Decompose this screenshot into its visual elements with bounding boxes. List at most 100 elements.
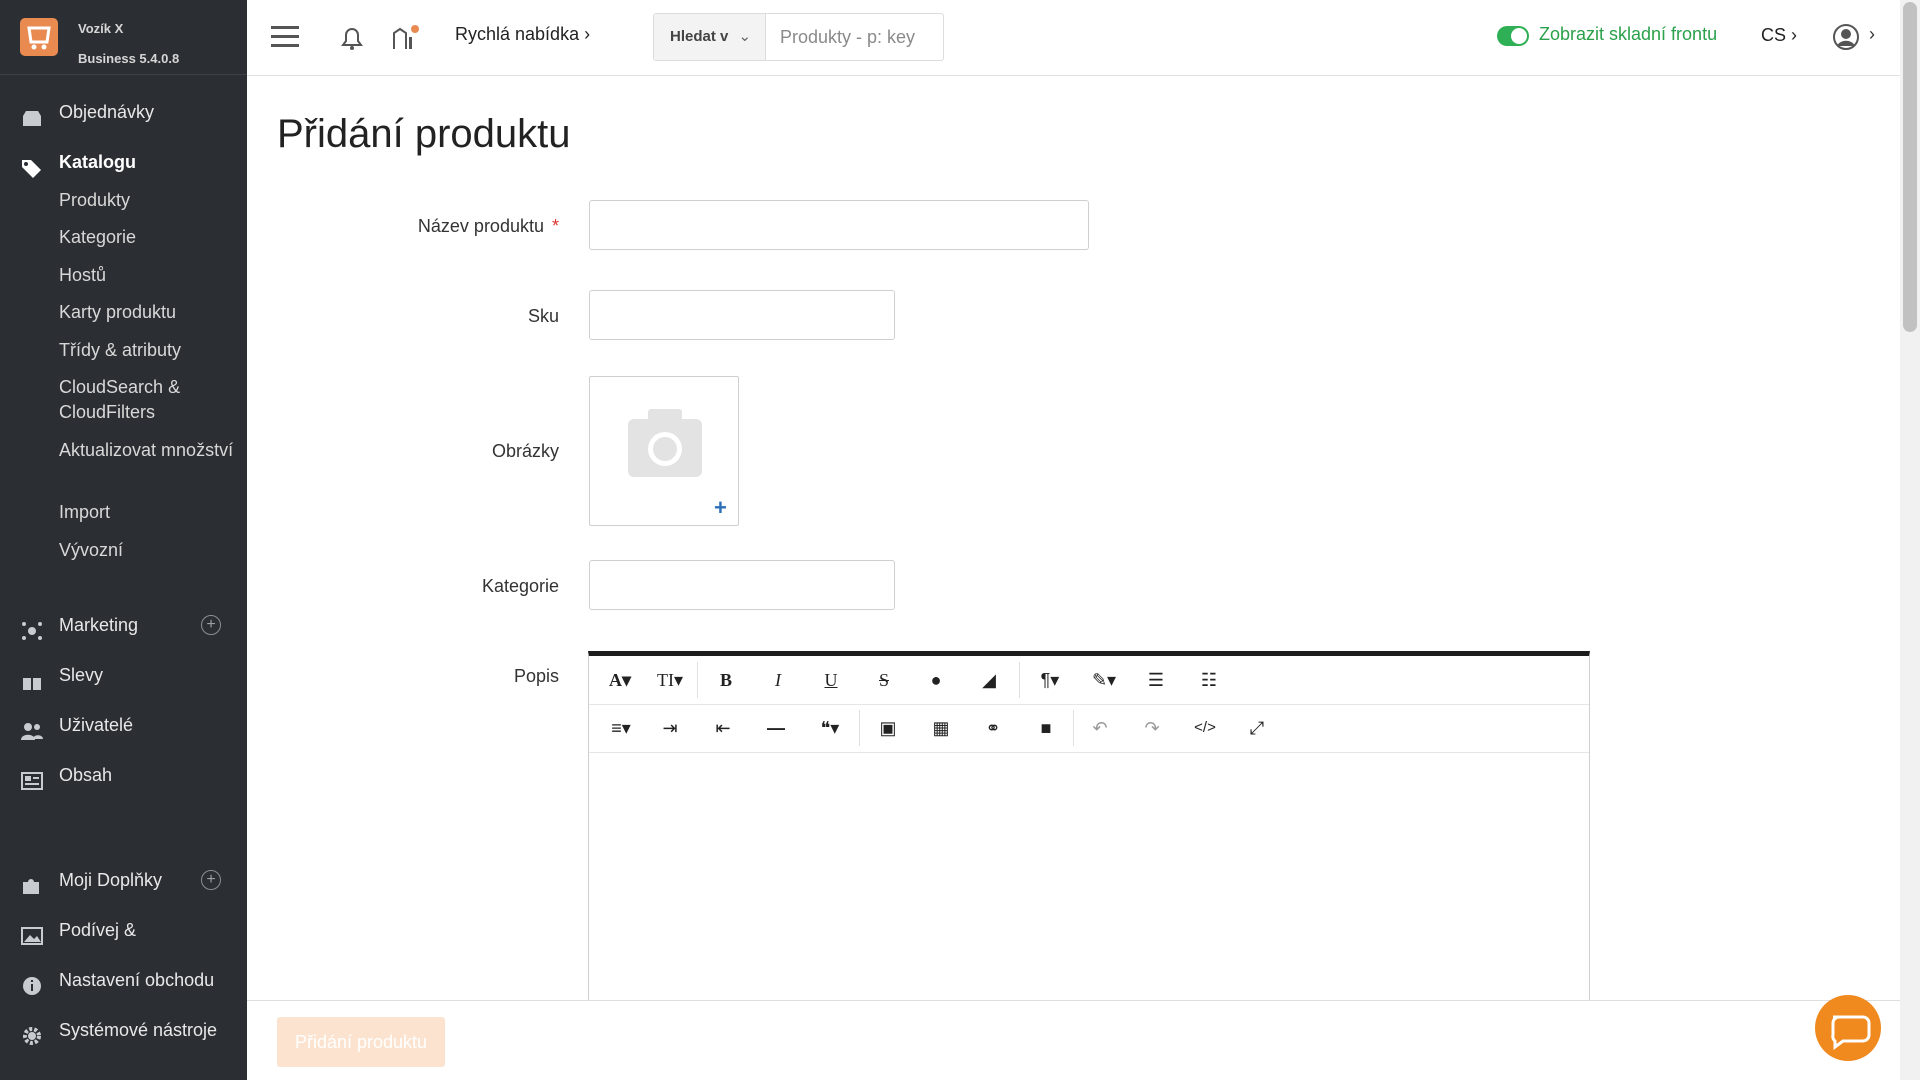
sidebar-subitem-export[interactable]: Vývozní [59, 538, 239, 563]
magic-style-icon[interactable]: ✎▾ [1085, 668, 1123, 692]
sidebar: Vozík X Business 5.4.0.8 Objednávky Kata… [0, 0, 247, 1080]
outdent-icon[interactable]: ⇤ [706, 716, 740, 740]
sidebar-subitem-import[interactable]: Import [59, 500, 239, 525]
sidebar-item-store-settings[interactable]: Nastavení obchodu [0, 960, 247, 1000]
images-label: Obrázky [491, 441, 559, 461]
sidebar-item-label: Systémové nástroje [59, 1020, 218, 1040]
storefront-toggle[interactable]: Zobrazit skladní frontu [1497, 24, 1718, 46]
chat-widget-button[interactable] [1815, 995, 1881, 1061]
add-product-button[interactable]: Přidání produktu [277, 1017, 445, 1067]
image-icon [20, 920, 44, 945]
add-marketing-icon[interactable]: + [201, 615, 221, 635]
editor-toolbar-row-2: ≡▾ ⇥ ⇤ — ❝▾ ▣ ▦ ⚭ ■ ↶ ↷ </> ⤢ [589, 704, 1589, 753]
language-selector[interactable]: CS › [1761, 25, 1797, 46]
product-name-input[interactable] [589, 200, 1089, 250]
indent-icon[interactable]: ⇥ [653, 716, 687, 740]
font-icon[interactable]: A▾ [603, 668, 637, 692]
sidebar-subitem-update-quantity[interactable]: Aktualizovat množství [59, 438, 239, 463]
bell-icon[interactable] [339, 24, 365, 57]
category-input[interactable] [589, 560, 895, 610]
sidebar-subitem-classes-attributes[interactable]: Třídy & atributy [59, 338, 239, 363]
sidebar-item-discounts[interactable]: Slevy [0, 655, 247, 695]
tag-icon [20, 152, 44, 178]
underline-icon[interactable]: U [814, 668, 848, 692]
image-insert-icon[interactable]: ▣ [871, 716, 905, 740]
sidebar-item-orders[interactable]: Objednávky [0, 92, 247, 132]
paragraph-icon[interactable]: ¶▾ [1031, 668, 1069, 692]
table-icon[interactable]: ▦ [924, 716, 958, 740]
redo-icon[interactable]: ↷ [1135, 716, 1169, 740]
sidebar-item-label: Katalogu [59, 152, 137, 172]
product-name-label: Název produktu * [309, 216, 559, 237]
add-image-icon[interactable]: + [714, 495, 727, 521]
hamburger-menu-icon[interactable] [271, 24, 301, 55]
eraser-icon[interactable]: ◢ [972, 668, 1006, 692]
video-icon[interactable]: ■ [1029, 716, 1063, 740]
link-icon[interactable]: ⚭ [976, 716, 1010, 740]
code-view-icon[interactable]: </> [1188, 716, 1222, 740]
sku-input[interactable] [589, 290, 895, 340]
align-icon[interactable]: ≡▾ [603, 716, 639, 740]
horizontal-rule-icon[interactable]: — [759, 716, 793, 740]
sidebar-item-content[interactable]: Obsah [0, 755, 247, 795]
brand-version: Business 5.4.0.8 [78, 51, 180, 66]
rich-text-editor: A▾ TI▾ B I U S ● ◢ ¶▾ ✎▾ ☰ ☷ ≡▾ ⇥ ⇤ — ❝▾… [588, 651, 1590, 1001]
sidebar-item-marketing[interactable]: Marketing + [0, 605, 247, 645]
analytics-icon[interactable] [391, 24, 421, 57]
editor-toolbar-row-1: A▾ TI▾ B I U S ● ◢ ¶▾ ✎▾ ☰ ☷ [589, 656, 1589, 705]
product-name-label-text: Název produktu [417, 216, 544, 236]
undo-icon[interactable]: ↶ [1083, 716, 1117, 740]
form-footer: Přidání produktu [247, 1000, 1900, 1081]
brand-name: Vozík X Business 5.4.0.8 [78, 14, 179, 74]
ordered-list-icon[interactable]: ☰ [1139, 668, 1173, 692]
sidebar-subitem-categories[interactable]: Kategorie [59, 225, 239, 250]
fullscreen-icon[interactable]: ⤢ [1240, 716, 1274, 740]
unordered-list-icon[interactable]: ☷ [1192, 668, 1226, 692]
search-input[interactable] [766, 14, 942, 60]
search-bar: Hledat v ⌄ [653, 13, 944, 61]
sidebar-subitem-guests[interactable]: Hostů [59, 263, 239, 288]
page-title: Přidání produktu [277, 112, 571, 156]
sidebar-item-label: Marketing [59, 615, 139, 635]
puzzle-icon [20, 870, 44, 894]
storefront-label: Zobrazit skladní frontu [1539, 24, 1718, 44]
italic-icon[interactable]: I [761, 668, 795, 692]
main-content: Přidání produktu Název produktu * Sku Obr… [247, 76, 1900, 1001]
category-label: Kategorie [481, 576, 559, 596]
scrollbar-thumb[interactable] [1903, 2, 1917, 332]
sidebar-item-catalog[interactable]: Katalogu [0, 142, 247, 182]
editor-content-area[interactable] [589, 753, 1589, 1001]
image-upload-box[interactable]: + [589, 376, 739, 526]
chevron-right-icon: › [584, 24, 591, 44]
quick-menu-button[interactable]: Rychlá nabídka › [455, 24, 590, 45]
sidebar-item-my-addons[interactable]: Moji Doplňky + [0, 860, 247, 900]
toggle-switch-icon[interactable] [1497, 26, 1529, 46]
sidebar-subitem-cloudsearch[interactable]: CloudSearch & CloudFilters [59, 375, 239, 425]
sidebar-item-users[interactable]: Uživatelé [0, 705, 247, 745]
user-avatar-icon [1833, 24, 1859, 50]
bold-icon[interactable]: B [709, 668, 743, 692]
toolbar-divider [859, 710, 860, 746]
sidebar-item-system-tools[interactable]: Systémové nástroje [0, 1010, 247, 1050]
user-menu[interactable]: › [1833, 24, 1875, 59]
search-scope-select[interactable]: Hledat v ⌄ [654, 14, 766, 60]
required-mark: * [551, 216, 559, 236]
color-drop-icon[interactable]: ● [919, 668, 953, 692]
strikethrough-icon[interactable]: S [867, 668, 901, 692]
toolbar-divider [1019, 662, 1020, 698]
sidebar-subitem-product-cards[interactable]: Karty produktu [59, 300, 239, 325]
cart-logo-icon[interactable] [20, 18, 58, 56]
chat-bubble-icon [1831, 1015, 1871, 1050]
toolbar-divider [697, 662, 698, 698]
text-size-icon[interactable]: TI▾ [653, 668, 687, 692]
add-addon-icon[interactable]: + [201, 870, 221, 890]
info-icon [20, 970, 44, 995]
page-scrollbar[interactable] [1900, 0, 1920, 1080]
sidebar-subitem-products[interactable]: Produkty [59, 188, 239, 213]
quote-icon[interactable]: ❝▾ [811, 716, 849, 740]
orders-icon [20, 102, 44, 126]
brand-title: Vozík X [78, 21, 124, 36]
sidebar-item-label: Nastavení obchodu [59, 970, 215, 990]
sidebar-item-look[interactable]: Podívej & [0, 910, 247, 950]
gift-icon [20, 665, 44, 690]
